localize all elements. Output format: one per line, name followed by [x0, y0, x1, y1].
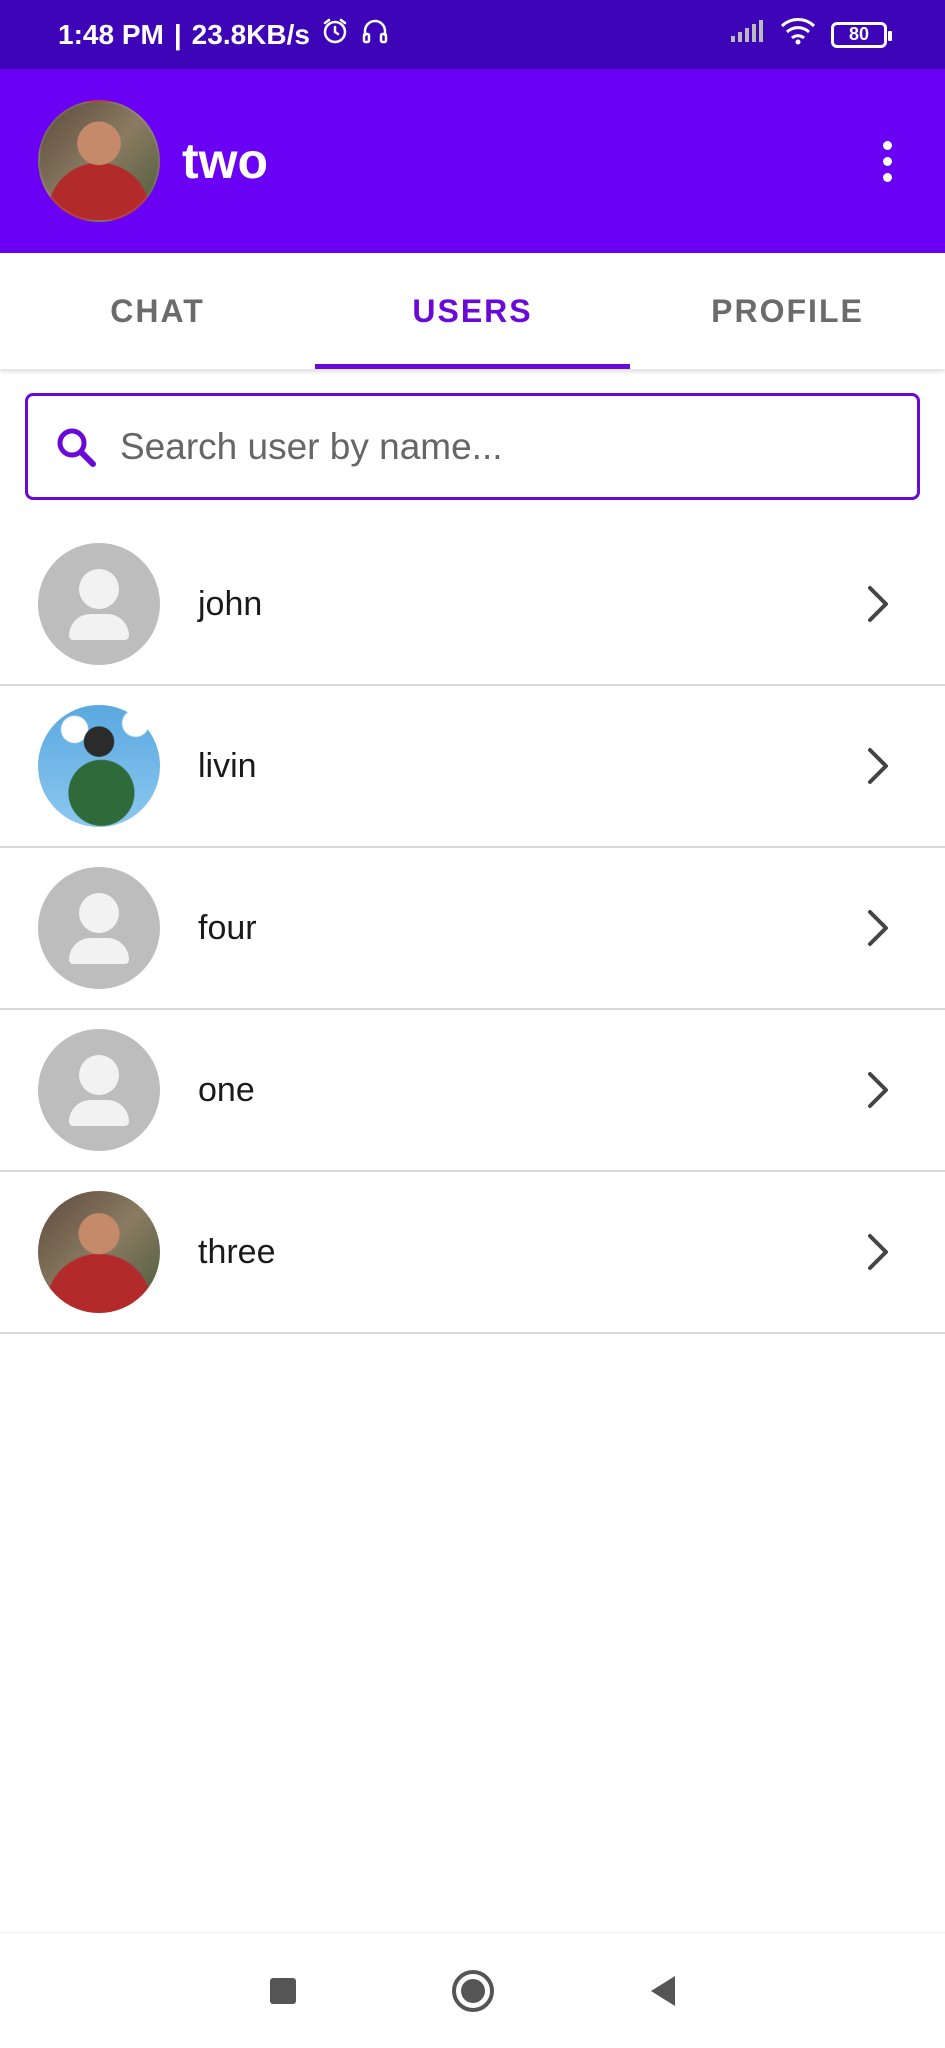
- triangle-back-icon[interactable]: [638, 1966, 688, 2016]
- current-user-name: two: [182, 133, 269, 189]
- status-left: 1:48 PM | 23.8KB/s: [58, 16, 390, 53]
- user-name: four: [198, 908, 257, 947]
- screen: 1:48 PM | 23.8KB/s 80 two CHAT USERS PRO…: [0, 0, 945, 2048]
- user-row-three[interactable]: three: [0, 1172, 945, 1334]
- signal-icon: [729, 18, 765, 51]
- tab-users[interactable]: USERS: [315, 253, 630, 369]
- status-separator: |: [173, 18, 182, 50]
- search-icon: [54, 425, 98, 469]
- app-bar: two: [0, 69, 945, 253]
- chevron-right-icon: [863, 582, 893, 626]
- network-speed: 23.8KB/s: [191, 18, 310, 50]
- current-user-avatar[interactable]: [38, 100, 160, 222]
- user-avatar-photo: [38, 705, 160, 827]
- default-avatar-icon: [38, 867, 160, 989]
- headphones-icon: [360, 16, 390, 53]
- user-row-one[interactable]: one: [0, 1010, 945, 1172]
- user-name: one: [198, 1070, 255, 1109]
- circle-icon[interactable]: [448, 1966, 498, 2016]
- user-name: livin: [198, 746, 257, 785]
- chevron-right-icon: [863, 1068, 893, 1112]
- chevron-right-icon: [863, 744, 893, 788]
- user-name: three: [198, 1232, 276, 1271]
- user-list: john livin four one three: [0, 524, 945, 1334]
- battery-level: 80: [848, 24, 870, 44]
- alarm-icon: [320, 16, 350, 53]
- tab-chat[interactable]: CHAT: [0, 253, 315, 369]
- user-row-four[interactable]: four: [0, 848, 945, 1010]
- status-time: 1:48 PM: [58, 18, 164, 50]
- user-avatar-photo: [38, 1191, 160, 1313]
- tab-profile[interactable]: PROFILE: [630, 253, 945, 369]
- user-row-livin[interactable]: livin: [0, 686, 945, 848]
- square-icon[interactable]: [258, 1966, 308, 2016]
- default-avatar-icon: [38, 543, 160, 665]
- search-box[interactable]: [25, 393, 920, 500]
- search-input[interactable]: [120, 425, 891, 468]
- chevron-right-icon: [863, 1230, 893, 1274]
- status-right: 80: [729, 16, 892, 53]
- default-avatar-icon: [38, 1029, 160, 1151]
- user-row-john[interactable]: john: [0, 524, 945, 686]
- wifi-icon: [779, 16, 817, 53]
- status-bar: 1:48 PM | 23.8KB/s 80: [0, 0, 945, 69]
- system-nav-bar: [0, 1932, 945, 2048]
- chevron-right-icon: [863, 906, 893, 950]
- tab-bar: CHAT USERS PROFILE: [0, 253, 945, 369]
- battery-icon: 80: [831, 21, 892, 48]
- more-vert-icon[interactable]: [867, 131, 907, 191]
- user-name: john: [198, 584, 263, 623]
